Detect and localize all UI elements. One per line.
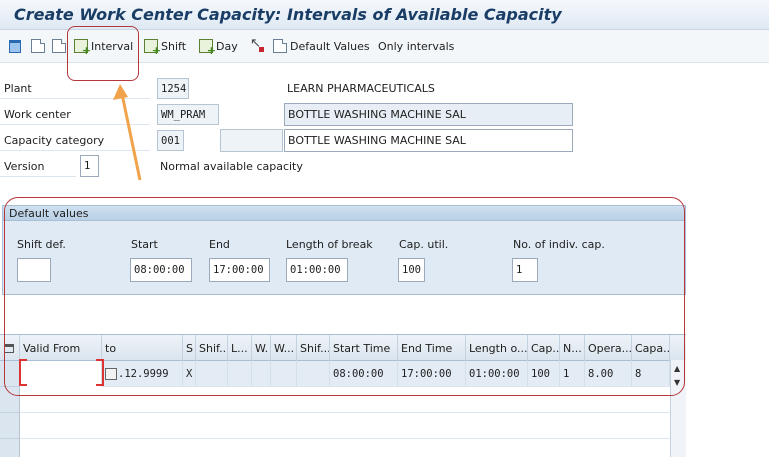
capacity-category-field[interactable]: 001 (157, 130, 184, 151)
cell-operating-time[interactable]: 8.00 (585, 361, 632, 387)
cell-l[interactable] (228, 361, 252, 387)
cell-w[interactable] (252, 361, 271, 387)
document-icon (31, 39, 45, 53)
work-center-field[interactable]: WM_PRAM (157, 104, 219, 125)
end-label: End (209, 238, 230, 251)
table-header: Valid From to S Shif... L... W. W... Shi… (0, 335, 686, 361)
application-toolbar: Interval Shift Day Default Values Only i… (0, 30, 769, 63)
cell-no-indiv[interactable]: 1 (560, 361, 585, 387)
copy-icon[interactable] (105, 368, 117, 380)
shift-icon (144, 39, 161, 57)
cell-focus-left-bracket (19, 359, 27, 386)
row-selector[interactable] (0, 387, 20, 413)
only-intervals-button[interactable]: Only intervals (378, 36, 454, 56)
day-button[interactable]: Day (199, 36, 238, 57)
table-settings-icon[interactable] (0, 335, 20, 361)
col-shift2[interactable]: Shif... (297, 335, 330, 361)
capacity-category-extra-field[interactable] (220, 129, 283, 152)
length-of-break-field[interactable]: 01:00:00 (286, 258, 348, 282)
end-field[interactable]: 17:00:00 (209, 258, 270, 282)
row-selector[interactable] (0, 439, 20, 457)
select-button[interactable] (250, 36, 264, 56)
cell-start-time[interactable]: 08:00:00 (330, 361, 398, 387)
table-row[interactable] (20, 413, 670, 439)
cap-util-field[interactable]: 100 (398, 258, 425, 282)
document-button[interactable] (31, 36, 45, 56)
capacity-category-description: BOTTLE WASHING MACHINE SAL (284, 129, 573, 152)
page-title: Create Work Center Capacity: Intervals o… (14, 5, 562, 24)
row-selector[interactable] (0, 413, 20, 439)
copy-button[interactable] (52, 36, 66, 56)
cell-valid-from[interactable] (20, 361, 102, 387)
shift-label: Shift (161, 39, 187, 53)
col-cap-util[interactable]: Cap... (528, 335, 560, 361)
shift-button[interactable]: Shift (144, 36, 187, 57)
table-scrollbar[interactable]: ▲ ▼ (670, 360, 686, 457)
col-to[interactable]: to (102, 335, 183, 361)
day-label: Day (216, 39, 238, 53)
shift-def-field[interactable] (17, 258, 51, 282)
interval-button[interactable]: Interval (74, 36, 134, 57)
default-values-title: Default values (3, 206, 685, 221)
start-field[interactable]: 08:00:00 (130, 258, 192, 282)
cell-focus-right-bracket (96, 359, 104, 386)
plant-field[interactable]: 1254 (157, 78, 189, 99)
scroll-down-icon[interactable]: ▼ (674, 378, 680, 387)
table-row[interactable] (20, 439, 670, 457)
plant-description: LEARN PHARMACEUTICALS (287, 82, 435, 95)
col-end-time[interactable]: End Time (398, 335, 466, 361)
day-icon (199, 39, 216, 57)
col-start-time[interactable]: Start Time (330, 335, 398, 361)
interval-icon (74, 39, 91, 57)
scroll-up-icon[interactable]: ▲ (674, 364, 680, 373)
copy-icon (52, 39, 66, 53)
delete-button[interactable] (9, 36, 21, 56)
col-l[interactable]: L... (228, 335, 252, 361)
version-field[interactable]: 1 (80, 155, 99, 177)
no-indiv-cap-field[interactable]: 1 (512, 258, 538, 282)
cell-end-time[interactable]: 17:00:00 (398, 361, 466, 387)
col-capacity[interactable]: Capa... (632, 335, 670, 361)
cap-util-label: Cap. util. (399, 238, 449, 251)
table-row[interactable] (20, 387, 670, 413)
cell-to[interactable]: .12.9999 (102, 361, 183, 387)
work-center-description: BOTTLE WASHING MACHINE SAL (284, 103, 573, 126)
page-icon (273, 39, 287, 53)
version-description: Normal available capacity (160, 160, 303, 173)
cell-shift-def[interactable] (196, 361, 228, 387)
shift-def-label: Shift def. (17, 238, 66, 251)
cursor-icon (250, 36, 264, 53)
version-label: Version (0, 156, 76, 177)
col-no-indiv[interactable]: N... (560, 335, 585, 361)
default-values-group: Default values Shift def. Start 08:00:00… (2, 205, 686, 295)
cell-s[interactable]: X (183, 361, 196, 387)
table-row[interactable]: .12.9999 X 08:00:00 17:00:00 01:00:00 10… (20, 361, 670, 387)
col-length-of-break[interactable]: Length o... (466, 335, 528, 361)
col-w[interactable]: W. (252, 335, 271, 361)
cell-cap-util[interactable]: 100 (528, 361, 560, 387)
callout-arrow (113, 84, 142, 181)
cell-to-value: .12.9999 (118, 368, 169, 380)
col-valid-from[interactable]: Valid From (20, 335, 102, 361)
title-bar: Create Work Center Capacity: Intervals o… (0, 0, 769, 30)
col-shift-def[interactable]: Shif... (196, 335, 228, 361)
start-label: Start (131, 238, 158, 251)
default-values-button[interactable]: Default Values (273, 36, 370, 56)
row-selector[interactable] (0, 361, 20, 387)
no-indiv-cap-label: No. of indiv. cap. (513, 238, 605, 251)
col-operating-time[interactable]: Opera... (585, 335, 632, 361)
default-values-label: Default Values (290, 39, 370, 53)
cell-shift2[interactable] (297, 361, 330, 387)
only-intervals-label: Only intervals (378, 39, 455, 53)
cell-capacity[interactable]: 8 (632, 361, 670, 387)
trash-icon (9, 39, 21, 53)
length-of-break-label: Length of break (286, 238, 373, 251)
col-s[interactable]: S (183, 335, 196, 361)
cell-w2[interactable] (271, 361, 297, 387)
interval-label: Interval (91, 39, 134, 53)
col-w2[interactable]: W... (271, 335, 297, 361)
intervals-table: Valid From to S Shif... L... W. W... Shi… (0, 334, 686, 457)
cell-length-of-break[interactable]: 01:00:00 (466, 361, 528, 387)
